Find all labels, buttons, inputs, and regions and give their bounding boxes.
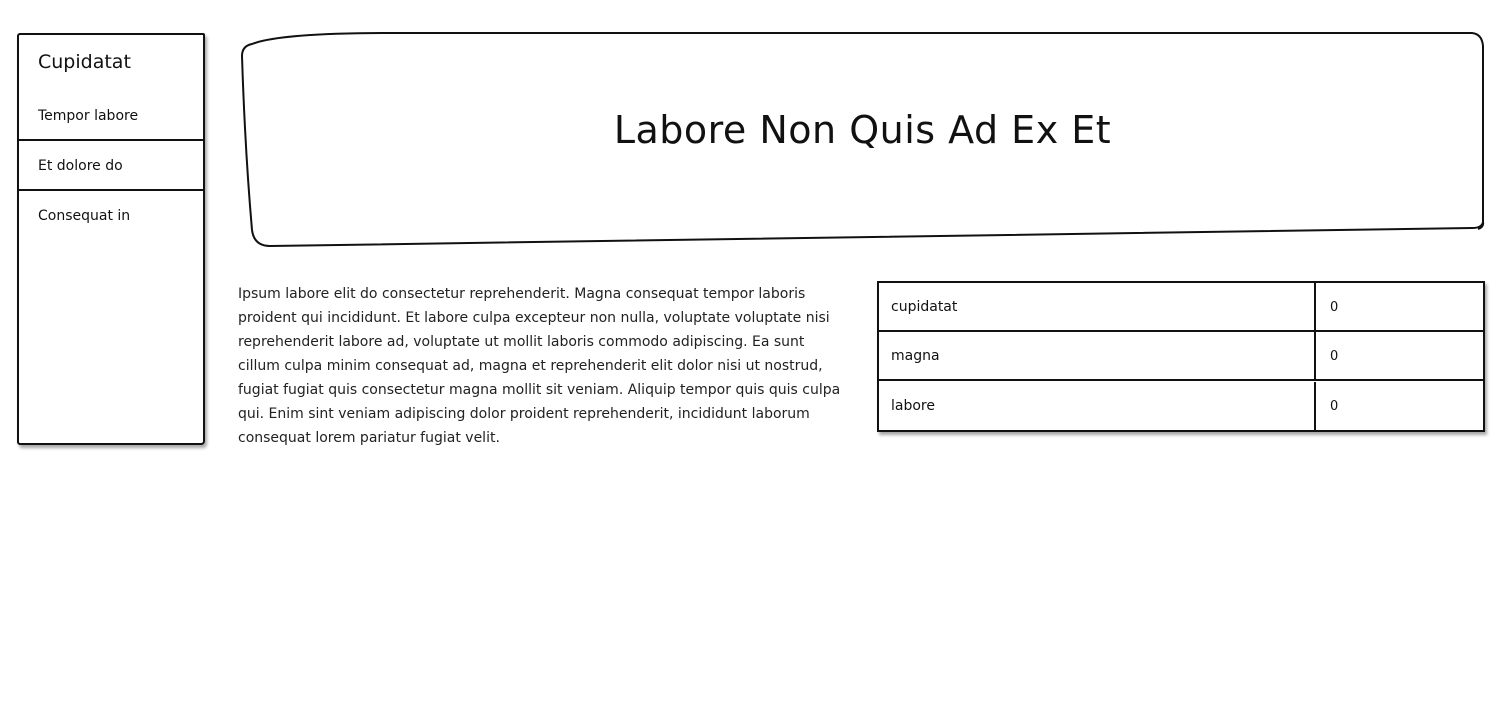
data-table: cupidatat 0 magna 0 labore 0	[877, 281, 1485, 432]
hero-banner: Labore Non Quis Ad Ex Et	[240, 30, 1485, 248]
sidebar: Cupidatat Tempor labore Et dolore do Con…	[17, 33, 205, 445]
table-cell-key: cupidatat	[879, 283, 1316, 332]
sidebar-item-et-dolore-do[interactable]: Et dolore do	[19, 142, 205, 191]
sidebar-item-consequat-in[interactable]: Consequat in	[19, 192, 205, 241]
table-cell-key: magna	[879, 332, 1316, 381]
table-row: cupidatat 0	[879, 283, 1483, 332]
table-cell-value: 0	[1330, 349, 1339, 364]
body-paragraph: Ipsum labore elit do consectetur reprehe…	[238, 286, 841, 446]
page: Cupidatat Tempor labore Et dolore do Con…	[0, 0, 1500, 720]
sidebar-title: Cupidatat	[38, 51, 131, 73]
table-row: labore 0	[879, 382, 1483, 431]
table-row: magna 0	[879, 332, 1483, 381]
page-title: Labore Non Quis Ad Ex Et	[613, 108, 1112, 152]
table-cell-value: 0	[1330, 300, 1339, 315]
table-cell-value: 0	[1330, 399, 1339, 414]
sidebar-item-tempor-labore[interactable]: Tempor labore	[19, 92, 205, 141]
table-cell-key: labore	[879, 382, 1316, 431]
